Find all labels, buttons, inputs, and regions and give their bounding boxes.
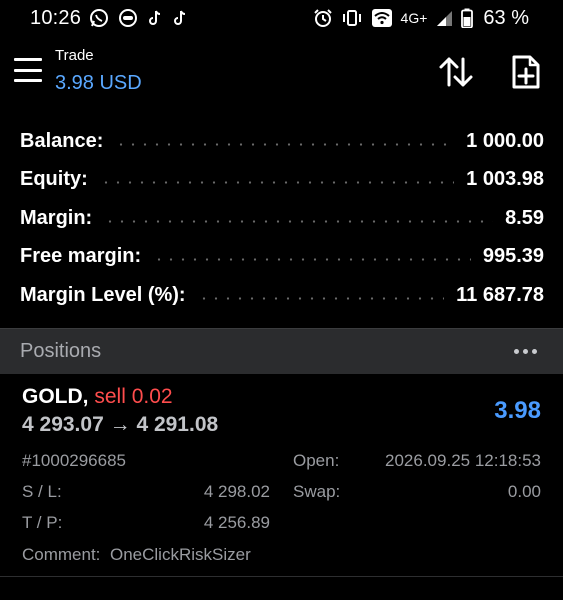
hamburger-icon: [14, 79, 42, 82]
account-summary: Balance: 1 000.00 Equity: 1 003.98 Margi…: [20, 122, 544, 315]
comment-label: Comment:: [22, 545, 101, 564]
vibrate-icon: [341, 8, 363, 28]
status-time: 10:26: [30, 6, 82, 29]
comment-value: OneClickRiskSizer: [110, 545, 251, 564]
open-label: Open:: [293, 451, 340, 470]
position-ticket: #1000296685: [22, 451, 127, 470]
more-dots-icon: [532, 349, 537, 354]
summary-label: Balance:: [20, 129, 104, 152]
sort-button[interactable]: [438, 55, 474, 89]
dotted-leader: [115, 142, 455, 146]
wifi-icon: [371, 8, 393, 28]
new-order-button[interactable]: [510, 54, 542, 90]
summary-label: Margin:: [20, 206, 93, 229]
positions-section-header: Positions: [0, 328, 563, 374]
dotted-leader: [153, 258, 471, 262]
mask-face-icon: [118, 8, 138, 28]
summary-value: 1 003.98: [466, 168, 544, 191]
summary-value: 8.59: [505, 206, 544, 229]
summary-row-margin: Margin: 8.59: [20, 199, 544, 238]
position-symbol: GOLD: [22, 385, 83, 408]
divider: [0, 576, 563, 577]
app-header: Trade 3.98 USD: [0, 40, 563, 104]
sl-label: S / L:: [22, 482, 62, 501]
summary-label: Margin Level (%):: [20, 283, 186, 306]
total-profit: 3.98 USD: [55, 72, 142, 94]
summary-label: Free margin:: [20, 245, 142, 268]
dotted-leader: [104, 219, 494, 223]
position-side: sell 0.02: [94, 385, 173, 408]
swap-value: 0.00: [507, 482, 541, 501]
summary-value: 1 000.00: [466, 129, 544, 152]
network-type: 4G+: [400, 10, 428, 26]
sl-value: 4 298.02: [203, 482, 270, 501]
summary-row-balance: Balance: 1 000.00: [20, 122, 544, 161]
price-current: 4 291.08: [136, 413, 219, 436]
menu-button[interactable]: [14, 58, 42, 82]
arrow-right-icon: →: [109, 413, 131, 436]
more-options-button[interactable]: [510, 345, 541, 358]
summary-row-free-margin: Free margin: 995.39: [20, 238, 544, 277]
battery-icon: [461, 8, 474, 28]
summary-row-equity: Equity: 1 003.98: [20, 161, 544, 200]
tp-value: 4 256.89: [203, 513, 270, 532]
price-open: 4 293.07: [22, 413, 104, 436]
summary-label: Equity:: [20, 168, 88, 191]
position-profit: 3.98: [494, 397, 541, 424]
swap-label: Swap:: [293, 482, 341, 501]
signal-icon: [435, 9, 453, 27]
new-document-icon: [512, 55, 540, 89]
summary-row-margin-level: Margin Level (%): 11 687.78: [20, 276, 544, 315]
tiktok-icon: [147, 9, 163, 27]
dotted-leader: [99, 181, 455, 185]
position-separator: ,: [82, 385, 89, 408]
summary-value: 995.39: [482, 245, 544, 268]
more-dots-icon: [523, 349, 528, 354]
tiktok-icon: [172, 9, 188, 27]
open-time: 2026.09.25 12:18:53: [385, 451, 541, 470]
more-dots-icon: [514, 349, 519, 354]
position-prices: 4 293.07 → 4 291.08: [22, 413, 218, 437]
hamburger-icon: [14, 68, 42, 72]
summary-value: 11 687.78: [456, 283, 544, 306]
whatsapp-icon: [89, 8, 109, 28]
sort-arrows-icon: [439, 57, 473, 87]
hamburger-icon: [14, 58, 42, 61]
position-item[interactable]: GOLD, sell 0.02 4 293.07 → 4 291.08 3.98…: [0, 373, 563, 573]
battery-level: 63 %: [483, 6, 529, 29]
tp-label: T / P:: [22, 513, 63, 532]
section-title: Positions: [20, 340, 102, 362]
dotted-leader: [197, 296, 445, 300]
alarm-icon: [313, 8, 333, 28]
status-bar: 10:26 4G+ 63 %: [0, 0, 563, 36]
position-title: GOLD, sell 0.02: [22, 385, 173, 409]
page-title: Trade: [55, 47, 94, 64]
